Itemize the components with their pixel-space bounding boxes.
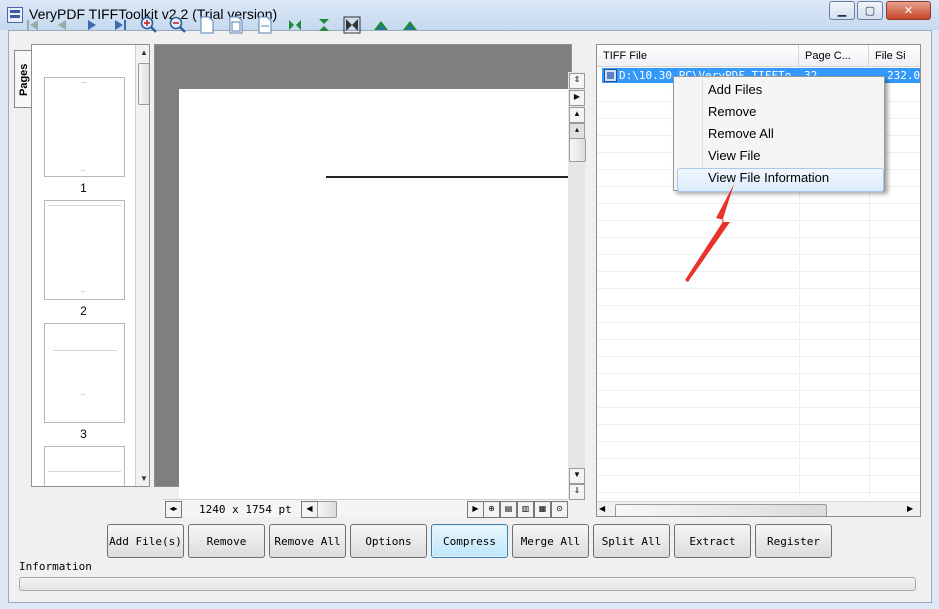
scroll-right-icon[interactable]: ▶ [467,501,484,518]
fit-page-button[interactable] [226,15,246,35]
progress-bar [19,577,916,591]
menu-item-remove[interactable]: Remove [708,104,756,119]
split-view-icon[interactable]: ◂▸ [165,501,182,518]
maximize-button[interactable]: ▢ [857,1,883,20]
scroll-down-icon[interactable]: ▼ [137,472,149,486]
minimize-button[interactable]: ▁ [829,1,855,20]
rotate-right-button[interactable] [400,15,420,35]
page-content-line [326,176,569,178]
zoom-out-button[interactable] [168,15,188,35]
page-preview [179,89,569,499]
app-icon [7,7,23,23]
remove-all-button[interactable]: Remove All [269,524,346,558]
minimize-icon: ▁ [837,5,847,17]
pages-tab[interactable]: Pages [14,50,32,108]
first-page-button[interactable] [23,15,43,35]
thumbnail-page-1[interactable] [44,77,125,177]
maximize-icon: ▢ [864,5,876,17]
page-icon [200,16,214,34]
next-page-button[interactable] [82,15,102,35]
rotate-icon [343,16,361,34]
actual-size-button[interactable] [197,15,217,35]
next-page-icon [88,20,96,30]
information-label: Information [19,560,92,573]
thumbnail-label: 3 [80,427,87,441]
zoom-in-icon [140,16,157,33]
previous-page-icon [58,20,66,30]
scroll-left-icon[interactable]: ◀ [301,501,318,518]
last-page-icon [115,20,126,30]
extract-button[interactable]: Extract [674,524,751,558]
thumbnail-panel[interactable]: 1 2 3 ▲ ▼ [31,44,150,487]
scroll-thumb[interactable] [615,504,827,516]
thumbnail-scrollbar[interactable]: ▲ ▼ [135,45,149,486]
row-file-size: 232.01 [887,69,921,82]
fit-width-button[interactable] [255,15,275,35]
continuous-icon[interactable]: ▦ [534,501,551,518]
split-all-button[interactable]: Split All [593,524,670,558]
zoom-icon[interactable]: ⊕ [483,501,500,518]
flip-horizontal-icon [289,20,301,30]
close-icon: ✕ [903,5,914,17]
rotate-right-icon [403,21,417,30]
flip-horizontal-button[interactable] [285,15,305,35]
fit-icon[interactable]: ⊙ [551,501,568,518]
thumbnail-label: 1 [80,181,87,195]
rotate-left-icon [374,21,388,30]
last-page-button[interactable] [110,15,130,35]
next-icon[interactable]: ▶ [569,90,585,106]
thumbnail-page-4[interactable] [44,446,125,486]
scroll-left-icon[interactable]: ◀ [599,504,605,513]
remove-button[interactable]: Remove [188,524,265,558]
register-button[interactable]: Register [755,524,832,558]
zoom-out-icon [169,16,186,33]
column-file-size[interactable]: File Si [869,45,920,67]
scroll-up-icon[interactable]: ▴ [569,123,585,139]
scroll-thumb[interactable] [569,138,586,162]
options-button[interactable]: Options [350,524,427,558]
flip-vertical-button[interactable] [314,15,334,35]
zoom-in-button[interactable] [139,15,159,35]
page-up-icon[interactable]: ▲ [569,107,585,123]
preview-frame [163,73,568,89]
rotate-left-button[interactable] [371,15,391,35]
first-page-icon [27,20,38,30]
thumbnail-page-3[interactable] [44,323,125,423]
close-button[interactable]: ✕ [886,1,931,20]
page-dimensions: 1240 x 1754 pt [199,503,292,516]
page-down-icon[interactable]: ⇓ [569,484,585,500]
tiff-file-icon [604,69,617,82]
page-view-icon[interactable]: ▤ [500,501,517,518]
merge-all-button[interactable]: Merge All [512,524,589,558]
scroll-thumb[interactable] [138,63,149,105]
context-menu: Add Files Remove Remove All View File Vi… [673,76,885,192]
scroll-top-icon[interactable]: ⇕ [569,73,585,89]
rotate-button[interactable] [342,15,362,35]
previous-page-button[interactable] [52,15,72,35]
fit-page-icon [229,16,243,34]
menu-item-add-files[interactable]: Add Files [708,82,762,97]
annotation-arrow [685,184,734,282]
scroll-right-icon[interactable]: ▶ [907,504,913,513]
column-tiff-file[interactable]: TIFF File [597,45,799,67]
menu-item-view-file[interactable]: View File [708,148,761,163]
two-page-icon[interactable]: ▥ [517,501,534,518]
thumbnail-label: 2 [80,304,87,318]
fit-width-icon [258,16,272,34]
preview-vertical-scrollbar[interactable]: ⇕ ▶ ▲ ▴ ▼ ⇓ [568,72,586,500]
column-page-count[interactable]: Page C... [799,45,869,67]
menu-item-remove-all[interactable]: Remove All [708,126,774,141]
flip-vertical-icon [319,19,329,31]
scroll-down-icon[interactable]: ▼ [569,468,585,484]
compress-button[interactable]: Compress [431,524,508,558]
horizontal-scroll-thumb[interactable] [317,501,337,518]
thumbnail-page-2[interactable] [44,200,125,300]
scroll-up-icon[interactable]: ▲ [137,46,149,60]
add-files-button[interactable]: Add File(s) [107,524,184,558]
file-list-horizontal-scrollbar[interactable]: ◀ ▶ [597,501,920,516]
